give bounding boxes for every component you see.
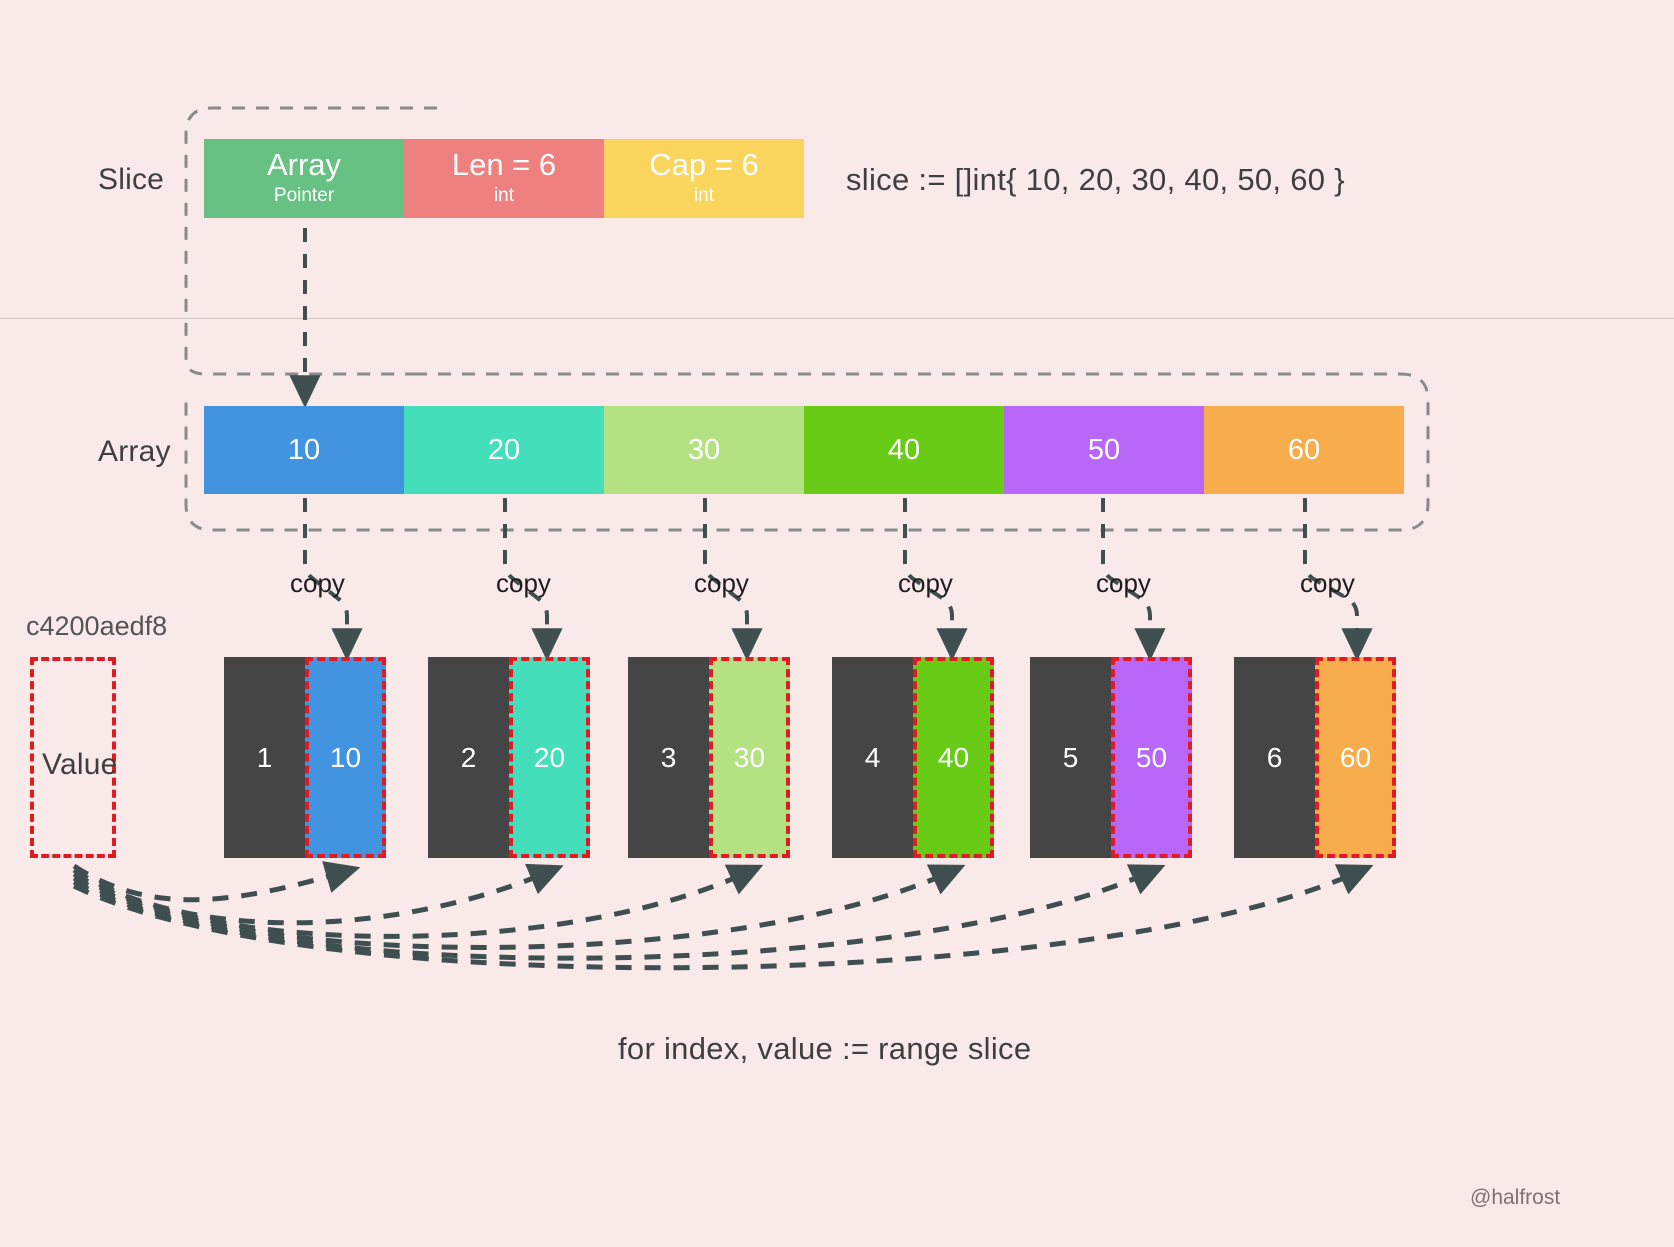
array-cell: 60 (1204, 406, 1404, 494)
value-index-box: 2 (428, 657, 509, 858)
diagram-canvas: Slice Array Value c4200aedf8 Array Point… (0, 0, 1674, 1247)
value-number-box: 50 (1111, 657, 1192, 858)
slice-declaration-code: slice := []int{ 10, 20, 30, 40, 50, 60 } (846, 162, 1345, 197)
copy-label: copy (1096, 568, 1151, 598)
author-watermark: @halfrost (1470, 1186, 1561, 1209)
value-group: 1 10 (224, 657, 386, 858)
slice-cap-cell: Cap = 6 int (604, 139, 804, 218)
array-cell: 20 (404, 406, 604, 494)
slice-row-label: Slice (98, 163, 165, 196)
value-group: 3 30 (628, 657, 790, 858)
value-number-box: 40 (913, 657, 994, 858)
value-address-label: c4200aedf8 (26, 611, 168, 641)
value-reuse-arrows (72, 861, 1374, 971)
slice-cap-title: Cap = 6 (649, 147, 759, 183)
value-index-box: 6 (1234, 657, 1315, 858)
value-number-box: 60 (1315, 657, 1396, 858)
value-number-box: 10 (305, 657, 386, 858)
copy-label: copy (1300, 568, 1355, 598)
value-group: 5 50 (1030, 657, 1192, 858)
value-group: 2 20 (428, 657, 590, 858)
copy-arrows (303, 498, 1373, 662)
slice-array-pointer-type: Pointer (273, 184, 335, 206)
value-group: 4 40 (832, 657, 994, 858)
slice-len-title: Len = 6 (451, 147, 557, 183)
slice-len-cell: Len = 6 int (404, 139, 604, 218)
value-number-box: 20 (509, 657, 590, 858)
array-row-label: Array (98, 435, 171, 468)
copy-label: copy (694, 568, 749, 598)
array-cell: 30 (604, 406, 804, 494)
copy-label: copy (898, 568, 953, 598)
value-group: 6 60 (1234, 657, 1396, 858)
array-cell: 10 (204, 406, 404, 494)
array-cell: 40 (804, 406, 1004, 494)
value-index-box: 4 (832, 657, 913, 858)
value-row-label: Value (42, 748, 118, 781)
copy-label: copy (496, 568, 551, 598)
value-number-box: 30 (709, 657, 790, 858)
copy-label: copy (290, 568, 345, 598)
value-index-box: 5 (1030, 657, 1111, 858)
slice-array-pointer-cell: Array Pointer (204, 139, 404, 218)
value-index-box: 3 (628, 657, 709, 858)
slice-cap-type: int (693, 184, 715, 206)
slice-array-pointer-title: Array (266, 147, 342, 183)
array-cell: 50 (1004, 406, 1204, 494)
section-divider (0, 318, 1674, 319)
value-index-box: 1 (224, 657, 305, 858)
range-loop-code: for index, value := range slice (618, 1031, 1032, 1066)
slice-len-type: int (493, 184, 515, 206)
